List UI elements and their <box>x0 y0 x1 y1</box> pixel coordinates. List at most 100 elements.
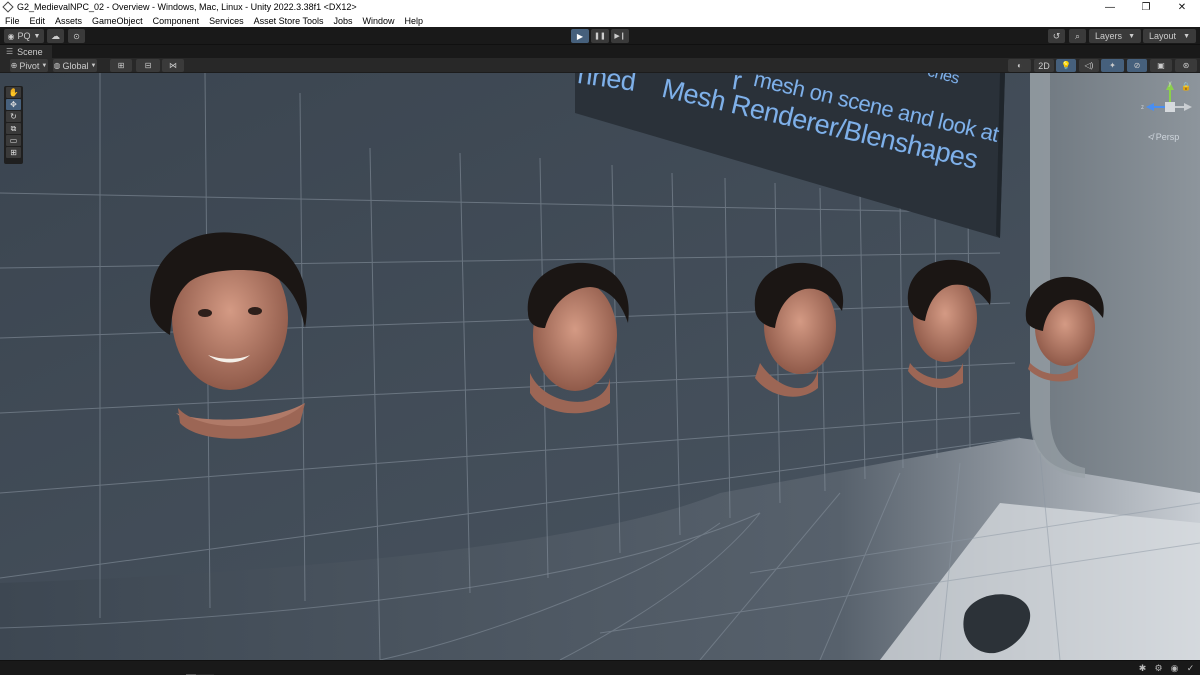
close-button[interactable]: ✕ <box>1164 0 1200 14</box>
account-icon: ◉ <box>7 31 15 41</box>
rect-tool-button[interactable]: ▭ <box>6 135 21 146</box>
account-dropdown[interactable]: ◉ PQ ▼ <box>4 29 44 43</box>
menu-bar: File Edit Assets GameObject Component Se… <box>0 14 1200 27</box>
pivot-toggle[interactable]: ⊕ Pivot ▼ <box>10 59 48 72</box>
global-icon: ◍ <box>53 61 61 70</box>
layers-label: Layers <box>1095 31 1123 41</box>
scale-icon: ⧉ <box>10 123 17 133</box>
mode-2d-label: 2D <box>1038 60 1050 71</box>
global-toggle[interactable]: ◍ Global ▼ <box>53 59 97 72</box>
scale-tool-button[interactable]: ⧉ <box>6 123 21 134</box>
chevron-down-icon: ▼ <box>1183 32 1190 40</box>
layout-label: Layout <box>1149 31 1177 41</box>
layers-dropdown[interactable]: Layers ▼ <box>1089 29 1141 43</box>
rect-icon: ▭ <box>9 136 18 145</box>
tab-scene-label: Scene <box>17 46 43 57</box>
menu-component[interactable]: Component <box>148 16 205 26</box>
account-label: PQ <box>17 31 31 41</box>
menu-help[interactable]: Help <box>400 16 429 26</box>
effects-icon: ✦ <box>1109 61 1116 70</box>
main-toolbar: ◉ PQ ▼ ☁ ⊙ ▶ ❚❚ ▶❙ ↺ ⌕ Layers ▼ Layout ▼ <box>0 27 1200 45</box>
chevron-down-icon: ▼ <box>33 32 41 40</box>
audio-icon: ◁) <box>1084 61 1094 70</box>
pivot-label: Pivot <box>19 60 40 71</box>
gizmo-y-label: y <box>1169 81 1172 87</box>
scene-render <box>0 73 1200 660</box>
global-label: Global <box>62 60 89 71</box>
lock-icon[interactable]: 🔒 <box>1181 82 1191 91</box>
unity-logo-icon <box>2 1 14 13</box>
shading-icon: ◐ <box>1017 61 1022 70</box>
gizmo-z-label: z <box>1141 105 1144 111</box>
audio-toggle[interactable]: ◁) <box>1079 59 1099 72</box>
collab-button[interactable]: ⊙ <box>68 29 85 43</box>
hand-tool-button[interactable]: ✋ <box>6 87 21 98</box>
maximize-button[interactable]: ❐ <box>1128 0 1164 14</box>
check-icon[interactable]: ✓ <box>1185 663 1196 674</box>
snap-icon: ⊟ <box>144 61 152 70</box>
menu-asset-store-tools[interactable]: Asset Store Tools <box>249 16 329 26</box>
scene-toolbar: ⊕ Pivot ▼ ◍ Global ▼ ⊞ ⊟ ⋈ ◐ 2D 💡 ◁) ✦ ⊘… <box>0 58 1200 73</box>
effects-dropdown[interactable]: ✦ <box>1101 59 1124 72</box>
pause-icon: ❚❚ <box>594 33 606 40</box>
history-icon: ↺ <box>1052 30 1061 41</box>
grid-snap-button[interactable]: ⊞ <box>110 59 132 72</box>
status-bar: ✱ ⚙ ◉ ✓ <box>0 660 1200 675</box>
step-icon: ▶❙ <box>614 33 626 40</box>
transform-tool-button[interactable]: ⊞ <box>6 147 21 158</box>
eye-slash-icon: ⊘ <box>1133 61 1141 70</box>
minimize-button[interactable]: — <box>1092 0 1128 14</box>
gizmos-icon: ⊛ <box>1182 61 1190 70</box>
cloud-icon: ☁ <box>51 30 60 41</box>
menu-gameobject[interactable]: GameObject <box>87 16 148 26</box>
collab-icon: ⊙ <box>73 31 80 41</box>
lighting-toggle[interactable]: 💡 <box>1056 59 1076 72</box>
cache-icon[interactable]: ◉ <box>1169 663 1180 674</box>
scene-viewport[interactable]: r mesh on scene and look at nned Mesh Re… <box>0 73 1200 660</box>
move-icon: ✥ <box>10 100 17 109</box>
play-icon: ▶ <box>576 31 584 41</box>
cloud-button[interactable]: ☁ <box>47 29 64 43</box>
menu-jobs[interactable]: Jobs <box>329 16 358 26</box>
menu-edit[interactable]: Edit <box>25 16 51 26</box>
light-bulb-icon: 💡 <box>1061 61 1071 70</box>
menu-assets[interactable]: Assets <box>50 16 87 26</box>
rotate-icon: ↻ <box>10 112 17 121</box>
move-tool-button[interactable]: ✥ <box>6 99 21 110</box>
step-button[interactable]: ▶❙ <box>611 29 629 43</box>
transform-icon: ⊞ <box>10 148 17 157</box>
hidden-objects-toggle[interactable]: ⊘ <box>1127 59 1147 72</box>
search-icon: ⌕ <box>1074 30 1081 41</box>
persp-label[interactable]: ≮ Persp <box>1148 132 1179 142</box>
collab-status-icon[interactable]: ⚙ <box>1153 663 1164 674</box>
play-button[interactable]: ▶ <box>571 29 589 43</box>
gizmos-dropdown[interactable]: ⊛ <box>1175 59 1197 72</box>
increment-snap-button[interactable]: ⋈ <box>162 59 184 72</box>
camera-dropdown[interactable]: ▣ <box>1150 59 1172 72</box>
window-title-bar: G2_MedievalNPC_02 - Overview - Windows, … <box>0 0 1200 14</box>
menu-window[interactable]: Window <box>358 16 400 26</box>
grid-icon: ⊞ <box>117 61 125 70</box>
chevron-down-icon: ▼ <box>41 62 48 69</box>
chevron-down-icon: ▼ <box>90 62 97 69</box>
pivot-icon: ⊕ <box>10 61 18 70</box>
tab-scene[interactable]: ☰ Scene <box>0 45 52 58</box>
2d-toggle[interactable]: 2D <box>1034 59 1054 72</box>
menu-file[interactable]: File <box>0 16 25 26</box>
rotate-tool-button[interactable]: ↻ <box>6 111 21 122</box>
camera-icon: ▣ <box>1157 61 1165 70</box>
search-button[interactable]: ⌕ <box>1069 29 1086 43</box>
hand-icon: ✋ <box>8 88 19 97</box>
layout-dropdown[interactable]: Layout ▼ <box>1143 29 1196 43</box>
chevron-down-icon: ▼ <box>1128 32 1135 40</box>
draw-mode-dropdown[interactable]: ◐ <box>1008 59 1031 72</box>
scene-tab-icon: ☰ <box>6 47 14 56</box>
window-title: G2_MedievalNPC_02 - Overview - Windows, … <box>17 2 357 12</box>
menu-services[interactable]: Services <box>204 16 249 26</box>
tab-bar: ☰ Scene <box>0 45 1200 58</box>
snap-increment-button[interactable]: ⊟ <box>136 59 160 72</box>
pause-button[interactable]: ❚❚ <box>591 29 609 43</box>
scene-tools-panel: ✋ ✥ ↻ ⧉ ▭ ⊞ <box>4 86 23 164</box>
undo-history-button[interactable]: ↺ <box>1048 29 1065 43</box>
bug-icon[interactable]: ✱ <box>1137 663 1148 674</box>
